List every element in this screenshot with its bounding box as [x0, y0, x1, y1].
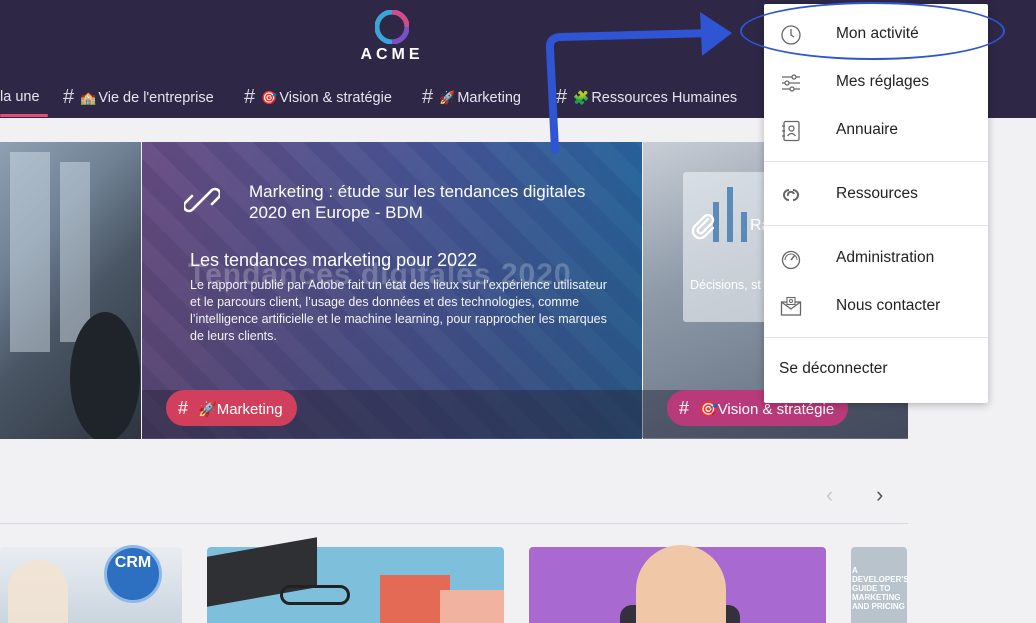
menu-item-annuaire[interactable]: Annuaire [764, 110, 988, 152]
glasses-image [280, 585, 350, 605]
logo-mark-icon [375, 10, 409, 44]
nav-item-ressources-humaines[interactable]: # 🧩 Ressources Humaines [556, 78, 737, 116]
person-silhouette [70, 312, 140, 439]
nav-item-marketing[interactable]: # 🚀 Marketing [422, 78, 521, 116]
chart-bar-image [727, 187, 733, 242]
gauge-icon [781, 250, 801, 270]
menu-item-ressources[interactable]: Ressources [764, 174, 988, 216]
hash-icon: # [422, 86, 434, 108]
menu-item-nous-contacter[interactable]: Nous contacter [764, 286, 988, 328]
article-title[interactable]: Les tendances marketing pour 2022 [190, 250, 477, 271]
logout-button[interactable]: Se déconnecter [779, 360, 888, 378]
target-icon: 🎯 [699, 401, 718, 418]
hash-icon: # [244, 86, 256, 108]
menu-item-label: Annuaire [836, 121, 899, 138]
external-link-title[interactable]: Marketing : étude sur les tendances digi… [249, 181, 619, 223]
menu-item-mes-reglages[interactable]: Mes réglages [764, 62, 988, 104]
nav-item-label: Marketing [457, 90, 521, 106]
paperclip-icon [691, 213, 715, 240]
chart-bar-image [741, 212, 747, 242]
active-tab-indicator [0, 114, 48, 117]
nav-item-label: Vision & stratégie [279, 90, 392, 106]
link-icon [184, 187, 220, 213]
menu-divider [764, 161, 988, 162]
paper-image [440, 590, 504, 623]
tag-label: Marketing [216, 401, 283, 418]
menu-item-label: Administration [836, 249, 935, 266]
menu-item-label: Mes réglages [836, 73, 930, 90]
menu-divider [764, 225, 988, 226]
nav-item-label: Vie de l'entreprise [98, 90, 214, 106]
hand-image [8, 560, 68, 623]
user-dropdown-menu: Mon activité Mes réglages Annuaire Resso… [764, 4, 988, 403]
hash-icon: # [679, 398, 690, 418]
rocket-icon: 🚀 [198, 401, 217, 418]
nav-item-la-une[interactable]: la une [0, 78, 40, 116]
brand-name: ACME [360, 46, 424, 63]
sliders-icon [782, 74, 800, 92]
article-description: Le rapport publié par Adobe fait un état… [190, 278, 607, 343]
menu-item-label: Nous contacter [836, 297, 941, 314]
puzzle-icon: 🧩 [573, 90, 590, 105]
hash-icon: # [556, 86, 568, 108]
target-icon: 🎯 [261, 90, 278, 105]
contact-book-icon [782, 120, 800, 142]
tag-marketing-button[interactable]: # 🚀Marketing [166, 390, 297, 426]
school-icon: 🏫 [80, 90, 97, 105]
nav-item-label: la une [0, 89, 40, 105]
hash-icon: # [63, 86, 75, 108]
carousel-prev-button[interactable]: ‹ [826, 482, 833, 508]
secondary-article-description: Décisions, st [690, 278, 761, 292]
window-pane [10, 152, 50, 352]
hash-icon: # [178, 398, 189, 418]
nav-item-vie-entreprise[interactable]: # 🏫 Vie de l'entreprise [63, 78, 214, 116]
annotation-highlight-ellipse [740, 2, 1005, 60]
book-title: A DEVELOPER'S GUIDE TO MARKETING AND PRI… [852, 566, 909, 611]
office-photo-card[interactable] [0, 142, 141, 439]
menu-item-administration[interactable]: Administration [764, 238, 988, 280]
window-pane [60, 162, 90, 342]
section-divider [0, 523, 908, 524]
tag-label: Vision & stratégie [717, 401, 835, 418]
carousel-next-button[interactable]: › [876, 482, 883, 508]
nav-item-vision-strategie[interactable]: # 🎯 Vision & stratégie [244, 78, 392, 116]
rocket-icon: 🚀 [439, 90, 456, 105]
crm-badge: CRM [104, 545, 162, 603]
resources-icon [783, 189, 799, 201]
acme-logo[interactable]: ACME [354, 10, 430, 66]
nav-item-label: Ressources Humaines [591, 90, 738, 106]
menu-divider [764, 337, 988, 338]
menu-item-label: Ressources [836, 185, 918, 202]
mail-icon [780, 296, 802, 316]
